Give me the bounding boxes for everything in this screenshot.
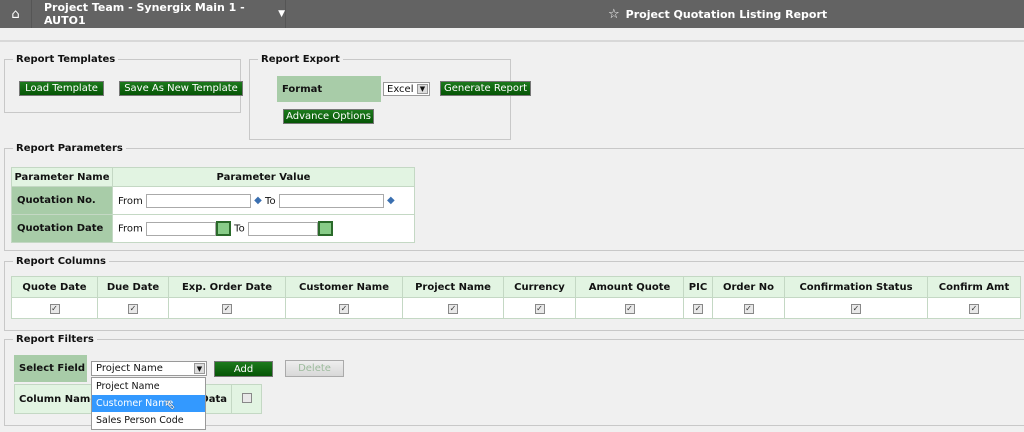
column-checkbox-cell: ✓ <box>285 297 403 319</box>
include-column-checkbox[interactable]: ✓ <box>448 303 458 314</box>
column-checkbox-cell: ✓ <box>927 297 1021 319</box>
lookup-icon[interactable]: ◆ <box>387 195 395 206</box>
columns-table: Quote Date Due Date Exp. Order Date Custome… <box>11 276 1021 319</box>
option-customer-name[interactable]: Customer Name <box>92 395 205 412</box>
column-header: Parameter Value <box>112 167 415 187</box>
quotation-date-from-input[interactable] <box>145 221 216 236</box>
select-all-checkbox[interactable] <box>241 392 252 403</box>
include-column-checkbox[interactable]: ✓ <box>49 303 60 314</box>
quotation-date-to-input[interactable] <box>247 221 318 236</box>
column-header: Currency <box>503 276 576 298</box>
select-field-dropdown[interactable]: Project Name ▼ <box>91 361 207 376</box>
parameter-name: Quotation Date <box>11 214 113 243</box>
format-value: Excel <box>387 83 414 95</box>
column-header: Due Date <box>97 276 169 298</box>
column-header: Exp. Order Date <box>168 276 286 298</box>
include-column-checkbox[interactable]: ✓ <box>693 303 703 314</box>
column-header: Customer Name <box>285 276 403 298</box>
chevron-down-icon: ▼ <box>278 9 285 19</box>
project-selector[interactable]: Project Team - Synergix Main 1 - AUTO1 ▼ <box>32 0 286 28</box>
save-as-new-template-button[interactable]: Save As New Template <box>119 81 243 96</box>
add-button[interactable]: Add <box>214 361 273 377</box>
column-checkbox-cell: ✓ <box>402 297 504 319</box>
include-column-checkbox[interactable]: ✓ <box>743 303 754 314</box>
column-header: Amount Quote <box>575 276 684 298</box>
column-header: Order No <box>712 276 785 298</box>
calendar-icon[interactable] <box>215 221 231 236</box>
column-checkbox-cell: ✓ <box>712 297 785 319</box>
delete-button[interactable]: Delete <box>285 360 344 377</box>
section-title: Report Parameters <box>16 143 123 154</box>
parameter-name: Quotation No. <box>11 186 113 215</box>
from-label: From <box>118 223 143 235</box>
include-column-checkbox[interactable]: ✓ <box>339 303 349 314</box>
mouse-cursor-icon: ⬁ <box>164 397 176 413</box>
generate-report-button[interactable]: Generate Report <box>440 81 531 96</box>
lookup-icon[interactable]: ◆ <box>254 195 262 206</box>
select-field-options: Project Name Customer Name Sales Person … <box>91 377 206 430</box>
table-row: Quotation Date From To <box>11 214 415 243</box>
column-header: Project Name <box>402 276 504 298</box>
calendar-icon[interactable] <box>317 221 333 236</box>
sub-bar <box>0 28 1024 42</box>
page-title: ☆ Project Quotation Listing Report <box>608 0 827 28</box>
option-sales-person-code[interactable]: Sales Person Code <box>92 412 205 429</box>
parameters-table: Parameter Name Parameter Value Quotation … <box>11 167 415 243</box>
section-title: Report Columns <box>16 256 106 267</box>
from-label: From <box>118 195 143 207</box>
column-checkbox-cell: ✓ <box>168 297 286 319</box>
column-checkbox-cell: ✓ <box>784 297 928 319</box>
column-checkbox-cell: ✓ <box>575 297 684 319</box>
format-label: Format <box>277 76 381 102</box>
top-bar: ⌂ Project Team - Synergix Main 1 - AUTO1… <box>0 0 1024 28</box>
project-name: Project Team - Synergix Main 1 - AUTO1 <box>44 1 245 27</box>
column-checkbox-cell: ✓ <box>97 297 169 319</box>
load-template-button[interactable]: Load Template <box>19 81 104 96</box>
chevron-down-icon: ▼ <box>417 84 428 94</box>
column-header: Confirmation Status <box>784 276 928 298</box>
column-header: Parameter Name <box>11 167 113 187</box>
section-title: Report Filters <box>16 334 94 345</box>
home-icon[interactable]: ⌂ <box>0 0 32 28</box>
report-title: Project Quotation Listing Report <box>625 7 828 21</box>
format-select[interactable]: Excel ▼ <box>383 82 430 96</box>
column-checkbox-cell: ✓ <box>503 297 576 319</box>
to-label: To <box>234 223 245 235</box>
column-header: PIC <box>683 276 713 298</box>
column-header: Quote Date <box>11 276 98 298</box>
column-header: Confirm Amt <box>927 276 1021 298</box>
select-field-label: Select Field <box>14 355 87 382</box>
section-title: Report Export <box>261 54 340 65</box>
include-column-checkbox[interactable]: ✓ <box>222 303 232 314</box>
advance-options-button[interactable]: Advance Options <box>283 109 374 124</box>
option-project-name[interactable]: Project Name <box>92 378 205 395</box>
section-title: Report Templates <box>16 54 116 65</box>
include-column-checkbox[interactable]: ✓ <box>624 303 635 314</box>
include-column-checkbox[interactable]: ✓ <box>534 303 545 314</box>
to-label: To <box>265 195 276 207</box>
include-column-checkbox[interactable]: ✓ <box>851 303 861 314</box>
table-row: Quotation No. From ◆ To ◆ <box>11 186 415 215</box>
quotation-no-to-input[interactable] <box>278 193 384 208</box>
column-checkbox-cell: ✓ <box>11 297 98 319</box>
include-column-checkbox[interactable]: ✓ <box>128 303 138 314</box>
chevron-down-icon: ▼ <box>194 363 205 374</box>
quotation-no-from-input[interactable] <box>145 193 251 208</box>
select-field-value: Project Name <box>96 363 163 374</box>
star-icon[interactable]: ☆ <box>608 7 620 22</box>
include-column-checkbox[interactable]: ✓ <box>969 303 979 314</box>
column-checkbox-cell: ✓ <box>683 297 713 319</box>
